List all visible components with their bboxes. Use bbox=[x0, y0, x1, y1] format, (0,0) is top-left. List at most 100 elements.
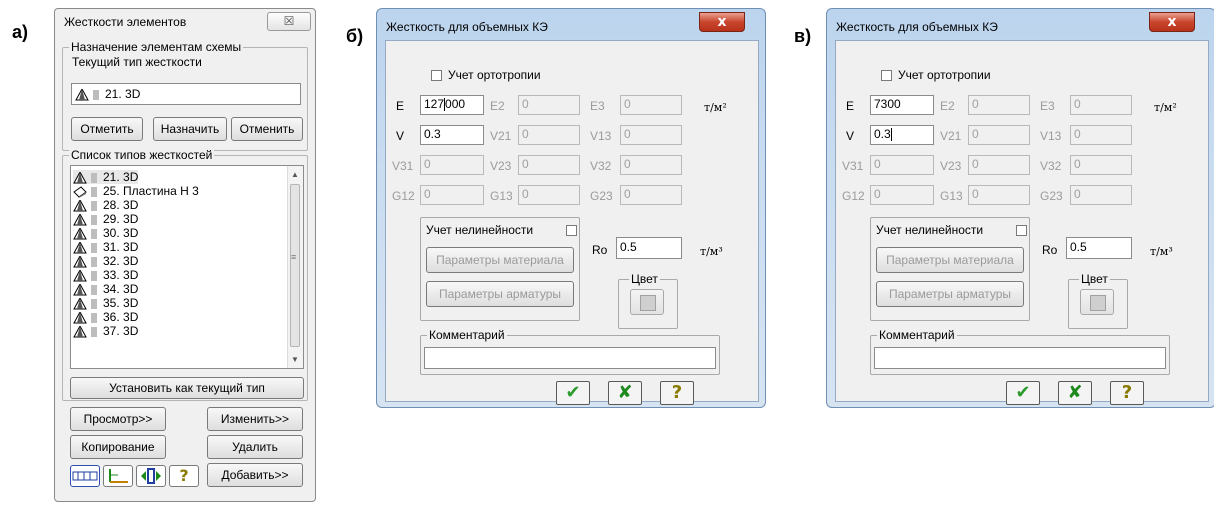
scroll-thumb[interactable] bbox=[290, 184, 300, 347]
v21-field[interactable]: 0 bbox=[518, 125, 580, 145]
set-current-button[interactable]: Установить как текущий тип bbox=[70, 377, 304, 399]
g23-field[interactable]: 0 bbox=[1070, 185, 1132, 205]
v32-label: V32 bbox=[1040, 159, 1062, 173]
v31-label: V31 bbox=[392, 159, 414, 173]
scroll-up-icon[interactable]: ▲ bbox=[291, 170, 299, 179]
list-item[interactable]: 36. 3D bbox=[73, 310, 138, 324]
nonlinearity-checkbox[interactable] bbox=[1016, 225, 1027, 236]
panel-label-b: б) bbox=[346, 26, 364, 46]
panel-label-a: а) bbox=[12, 22, 29, 42]
color-label: Цвет bbox=[629, 272, 660, 286]
v23-field[interactable]: 0 bbox=[518, 155, 580, 175]
rebar-params-button[interactable]: Параметры арматуры bbox=[876, 281, 1024, 307]
g13-field[interactable]: 0 bbox=[968, 185, 1030, 205]
ok-button[interactable]: ✔ bbox=[1006, 381, 1040, 405]
g12-field[interactable]: 0 bbox=[420, 185, 484, 205]
cancel-button[interactable]: ✘ bbox=[608, 381, 642, 405]
current-type-field[interactable]: 21. 3D bbox=[71, 83, 301, 105]
ro-field[interactable]: 0.5 bbox=[1066, 237, 1132, 259]
list-item[interactable]: 25. Пластина H 3 bbox=[73, 184, 199, 198]
material-params-button[interactable]: Параметры материала bbox=[426, 247, 574, 273]
v-label: V bbox=[846, 129, 855, 143]
list-item-label: 28. 3D bbox=[103, 198, 139, 212]
stiffness-table-icon[interactable] bbox=[70, 465, 100, 487]
list-item[interactable]: 35. 3D bbox=[73, 296, 138, 310]
close-button[interactable]: x bbox=[1149, 12, 1195, 32]
list-item[interactable]: 28. 3D bbox=[73, 198, 138, 212]
solid-element-icon bbox=[73, 255, 87, 268]
v23-field[interactable]: 0 bbox=[968, 155, 1030, 175]
e-field[interactable]: 127000 bbox=[420, 95, 484, 115]
scroll-down-icon[interactable]: ▼ bbox=[291, 355, 299, 364]
axes-icon[interactable] bbox=[103, 465, 133, 487]
view-button[interactable]: Просмотр>> bbox=[70, 407, 166, 431]
comment-label: Комментарий bbox=[877, 328, 957, 342]
v31-field[interactable]: 0 bbox=[870, 155, 934, 175]
list-item[interactable]: 32. 3D bbox=[73, 254, 138, 268]
close-button[interactable]: ☒ bbox=[267, 12, 311, 31]
v13-field[interactable]: 0 bbox=[620, 125, 682, 145]
v32-field[interactable]: 0 bbox=[620, 155, 682, 175]
assign-button[interactable]: Назначить bbox=[153, 117, 227, 141]
v-field[interactable]: 0.3 bbox=[420, 125, 484, 145]
help-button[interactable]: ? bbox=[660, 381, 694, 405]
delete-button[interactable]: Удалить bbox=[207, 435, 303, 459]
change-button[interactable]: Изменить>> bbox=[207, 407, 303, 431]
g23-value: 0 bbox=[624, 187, 631, 201]
g23-field[interactable]: 0 bbox=[620, 185, 682, 205]
e2-field[interactable]: 0 bbox=[518, 95, 580, 115]
g13-label: G13 bbox=[490, 189, 513, 203]
ok-button[interactable]: ✔ bbox=[556, 381, 590, 405]
mark-button[interactable]: Отметить bbox=[71, 117, 143, 141]
comment-field[interactable] bbox=[874, 347, 1166, 369]
comment-field[interactable] bbox=[424, 347, 716, 369]
list-item[interactable]: 21. 3D bbox=[73, 170, 139, 184]
g12-field[interactable]: 0 bbox=[870, 185, 934, 205]
e3-field[interactable]: 0 bbox=[1070, 95, 1132, 115]
v21-label: V21 bbox=[490, 129, 512, 143]
list-item[interactable]: 31. 3D bbox=[73, 240, 138, 254]
section-icon[interactable] bbox=[136, 465, 166, 487]
help-button[interactable]: ? bbox=[1110, 381, 1144, 405]
g23-label: G23 bbox=[590, 189, 613, 203]
cancel-button[interactable]: ✘ bbox=[1058, 381, 1092, 405]
v31-field[interactable]: 0 bbox=[420, 155, 484, 175]
nonlinearity-checkbox[interactable] bbox=[566, 225, 577, 236]
cancel-button[interactable]: Отменить bbox=[231, 117, 303, 141]
list-item[interactable]: 30. 3D bbox=[73, 226, 138, 240]
solid-element-icon bbox=[73, 241, 87, 254]
orthotropy-checkbox[interactable] bbox=[431, 70, 442, 81]
e3-field[interactable]: 0 bbox=[620, 95, 682, 115]
list-item-label: 32. 3D bbox=[103, 254, 139, 268]
v13-label: V13 bbox=[590, 129, 612, 143]
v21-field[interactable]: 0 bbox=[968, 125, 1030, 145]
list-item[interactable]: 37. 3D bbox=[73, 324, 138, 338]
list-scrollbar[interactable]: ▲ ≡ ▼ bbox=[287, 166, 303, 368]
e2-field[interactable]: 0 bbox=[968, 95, 1030, 115]
unit-tm2: т/м² bbox=[704, 101, 727, 114]
ro-field[interactable]: 0.5 bbox=[616, 237, 682, 259]
solid-element-icon bbox=[73, 325, 87, 338]
ro-value: 0.5 bbox=[1070, 240, 1087, 254]
help-button[interactable]: ? bbox=[169, 465, 199, 487]
g13-field[interactable]: 0 bbox=[518, 185, 580, 205]
list-item[interactable]: 34. 3D bbox=[73, 282, 138, 296]
solid-element-icon bbox=[73, 283, 87, 296]
list-item[interactable]: 29. 3D bbox=[73, 212, 138, 226]
close-button[interactable]: x bbox=[699, 12, 745, 32]
color-button[interactable] bbox=[1080, 289, 1114, 315]
add-button[interactable]: Добавить>> bbox=[207, 463, 303, 487]
v13-field[interactable]: 0 bbox=[1070, 125, 1132, 145]
e-field[interactable]: 7300 bbox=[870, 95, 934, 115]
v23-label: V23 bbox=[490, 159, 512, 173]
rebar-params-button[interactable]: Параметры арматуры bbox=[426, 281, 574, 307]
solid-element-icon bbox=[73, 213, 87, 226]
copy-button[interactable]: Копирование bbox=[70, 435, 166, 459]
stiffness-list[interactable]: 21. 3D 25. Пластина H 3 28. 3D 29. 3D 30. 3D… bbox=[70, 165, 304, 369]
orthotropy-checkbox[interactable] bbox=[881, 70, 892, 81]
material-params-button[interactable]: Параметры материала bbox=[876, 247, 1024, 273]
v32-field[interactable]: 0 bbox=[1070, 155, 1132, 175]
color-button[interactable] bbox=[630, 289, 664, 315]
v-field[interactable]: 0.3 bbox=[870, 125, 934, 145]
list-item[interactable]: 33. 3D bbox=[73, 268, 138, 282]
